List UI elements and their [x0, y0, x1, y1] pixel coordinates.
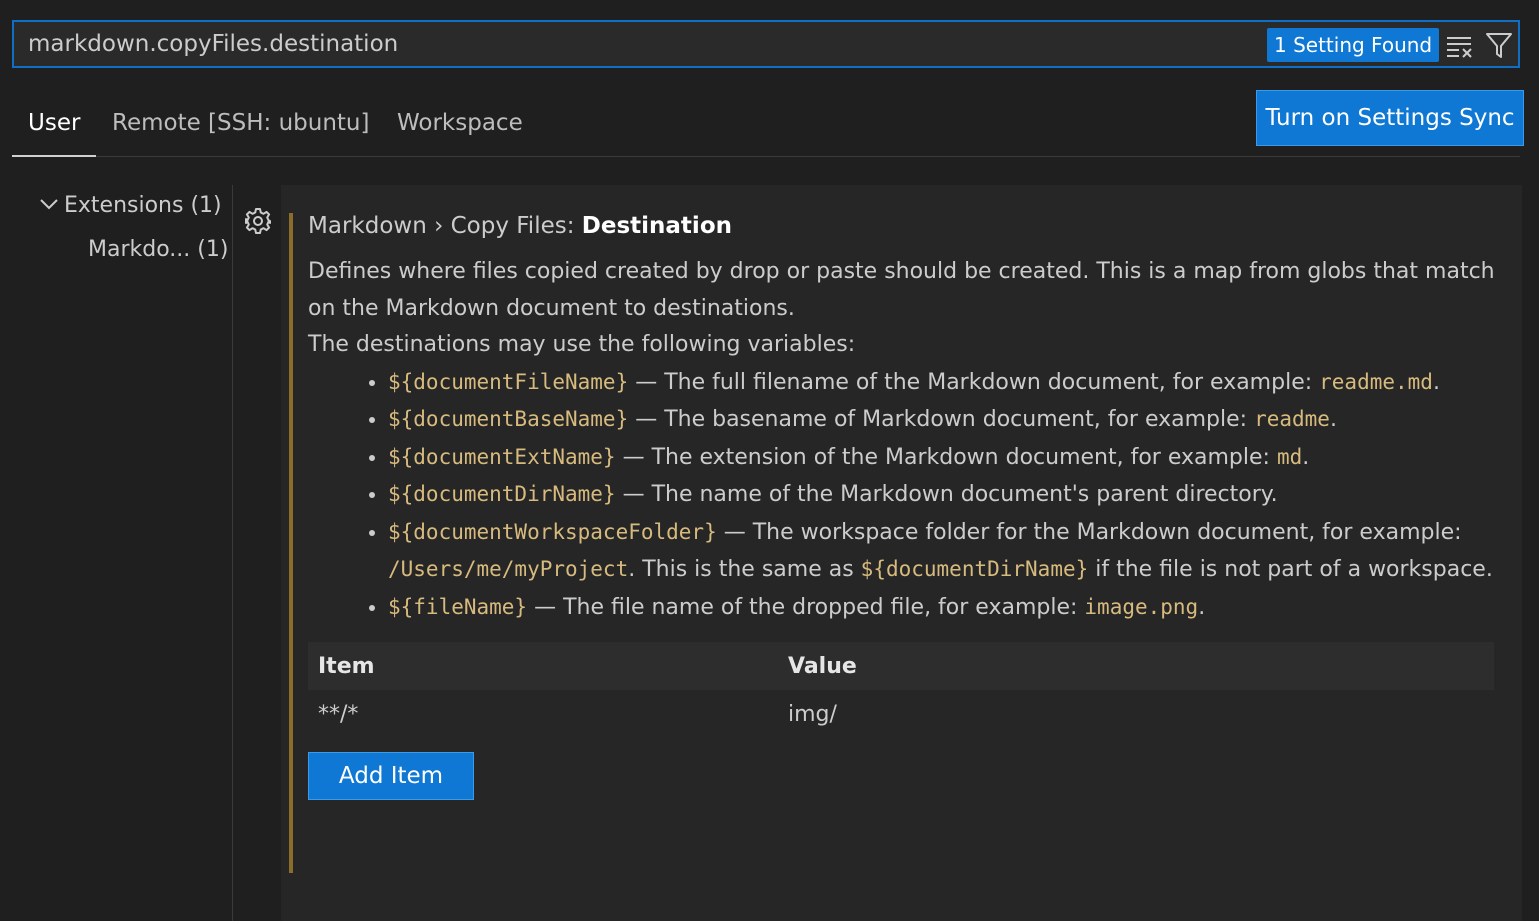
setting-content: Markdown › Copy Files: Destination Defin…: [308, 206, 1498, 800]
variable-code: ${documentFileName}: [388, 369, 629, 394]
settings-search-input[interactable]: [28, 22, 1228, 66]
setting-title: Markdown › Copy Files: Destination: [308, 206, 1498, 246]
list-item: ${documentWorkspaceFolder} — The workspa…: [388, 514, 1498, 589]
variable-code: ${fileName}: [388, 594, 528, 619]
setting-breadcrumb: Markdown › Copy Files:: [308, 213, 582, 239]
results-count-badge: 1 Setting Found: [1267, 28, 1440, 62]
variable-tail: .: [1329, 407, 1337, 432]
table-row[interactable]: **/* img/: [308, 690, 1494, 740]
row-value: img/: [788, 702, 837, 727]
list-item: ${documentExtName} — The extension of th…: [388, 439, 1498, 477]
variable-desc: — The workspace folder for the Markdown …: [716, 519, 1462, 545]
filter-icon[interactable]: [1484, 30, 1514, 60]
variable-tail: .: [1432, 369, 1440, 395]
settings-search-box[interactable]: 1 Setting Found: [12, 20, 1520, 68]
tab-remote[interactable]: Remote [SSH: ubuntu]: [112, 90, 369, 155]
variables-list: ${documentFileName} — The full filename …: [308, 364, 1498, 627]
modified-indicator-bar: [289, 213, 293, 873]
variable-code: ${documentWorkspaceFolder}: [388, 519, 717, 544]
toc-item-markdown[interactable]: Markdo... (1): [88, 237, 228, 262]
variable-code: ${documentBaseName}: [388, 407, 629, 431]
chevron-down-icon: [40, 199, 58, 210]
variable-desc: — The full filename of the Markdown docu…: [628, 369, 1320, 395]
description-paragraph: The destinations may use the following v…: [308, 332, 856, 357]
column-header-item: Item: [318, 654, 375, 679]
example-code: readme: [1254, 407, 1330, 431]
list-item: ${fileName} — The file name of the dropp…: [388, 589, 1498, 627]
variable-desc: — The name of the Markdown document's pa…: [615, 482, 1278, 507]
setting-table: Item Value **/* img/: [308, 642, 1494, 740]
variable-tail: . This is the same as: [628, 557, 861, 582]
list-item: ${documentBaseName} — The basename of Ma…: [388, 401, 1498, 439]
variable-tail: .: [1198, 594, 1206, 620]
variable-desc: — The basename of Markdown document, for…: [628, 407, 1255, 432]
toc-item-extensions[interactable]: Extensions (1): [38, 193, 222, 218]
variable-desc: — The extension of the Markdown document…: [615, 444, 1277, 470]
row-item: **/*: [318, 702, 359, 727]
variable-desc: — The file name of the dropped file, for…: [527, 594, 1085, 620]
gear-icon[interactable]: [243, 206, 273, 236]
example-code: /Users/me/myProject: [388, 557, 629, 581]
example-code: md: [1276, 444, 1303, 469]
description-paragraph: Defines where files copied created by dr…: [308, 259, 1495, 321]
variable-tail: if the file is not part of a workspace.: [1088, 557, 1493, 582]
variable-code: ${documentDirName}: [388, 482, 616, 506]
setting-description: Defines where files copied created by dr…: [308, 254, 1498, 626]
setting-name: Destination: [581, 213, 732, 239]
table-header: Item Value: [308, 642, 1494, 690]
tab-workspace[interactable]: Workspace: [397, 90, 523, 155]
list-item: ${documentFileName} — The full filename …: [388, 364, 1498, 402]
turn-on-settings-sync-button[interactable]: Turn on Settings Sync: [1256, 90, 1524, 146]
example-code: image.png: [1084, 594, 1199, 619]
tab-user[interactable]: User: [12, 90, 97, 157]
variable-tail: .: [1302, 444, 1310, 470]
toc-extensions-label: Extensions (1): [64, 193, 222, 218]
column-header-value: Value: [788, 654, 857, 679]
variable-code: ${documentExtName}: [388, 444, 616, 469]
variable-code: ${documentDirName}: [860, 557, 1089, 581]
add-item-button[interactable]: Add Item: [308, 752, 474, 800]
list-item: ${documentDirName} — The name of the Mar…: [388, 476, 1498, 514]
settings-toc: Extensions (1) Markdo... (1): [0, 185, 233, 921]
example-code: readme.md: [1319, 369, 1433, 394]
clear-filter-icon[interactable]: [1444, 30, 1474, 60]
